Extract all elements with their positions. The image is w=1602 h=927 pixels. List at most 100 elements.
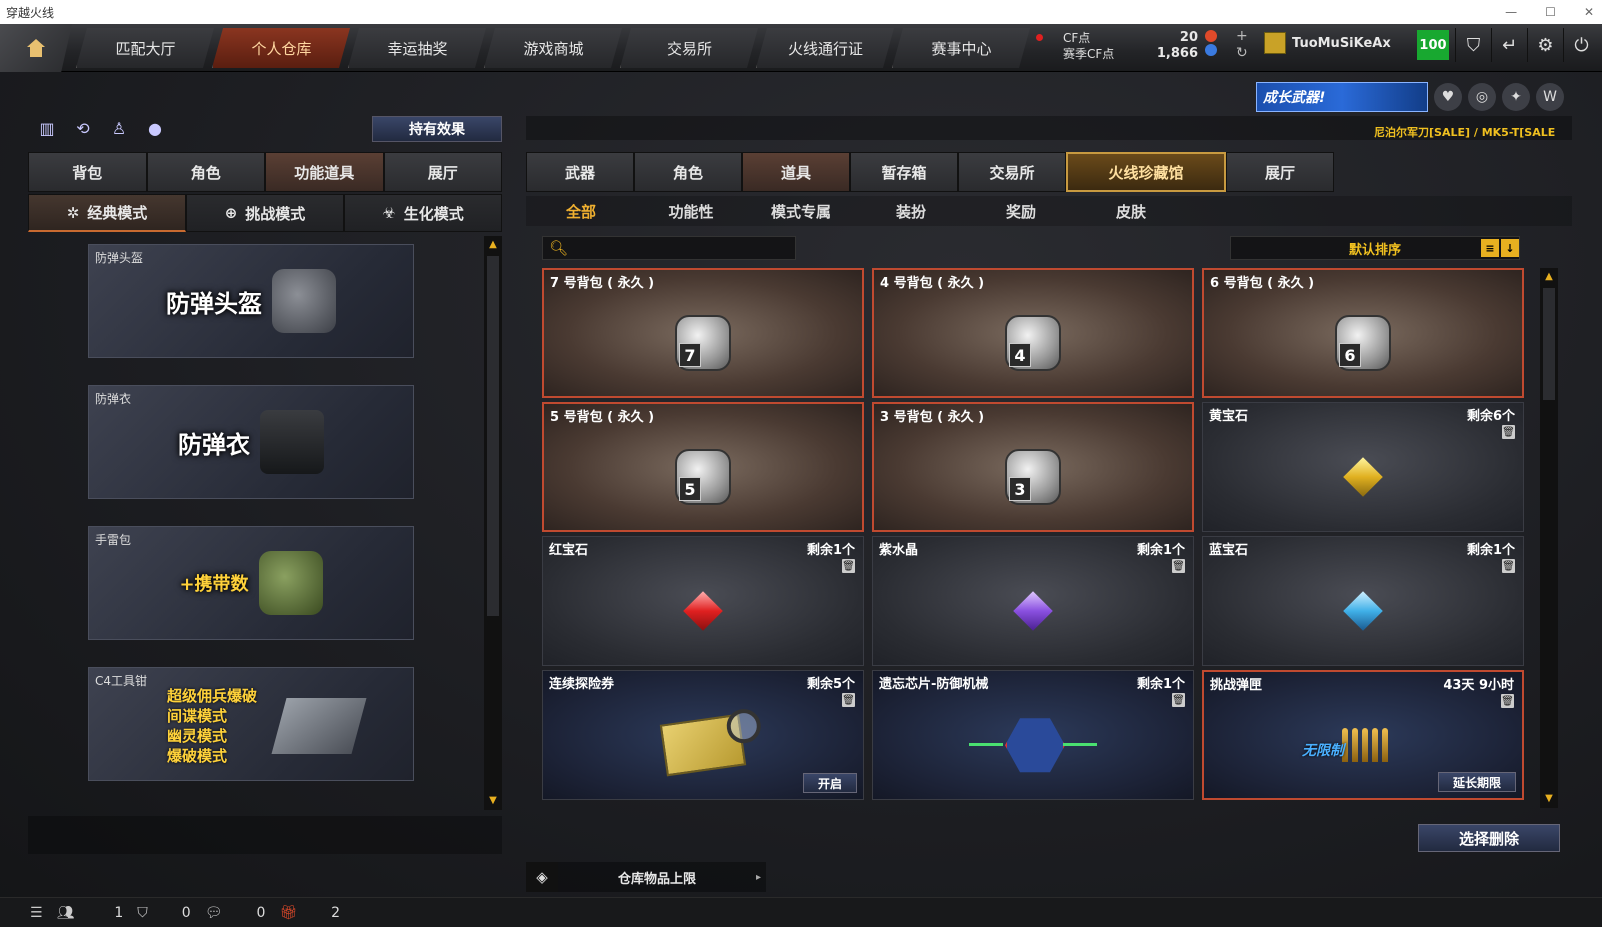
item-cell[interactable]: 紫水晶 剩余1个 🗑︎ [872,536,1194,666]
item-name: 蓝宝石 [1209,543,1249,558]
item-count: 剩余1个 [1136,677,1185,692]
nav-tab-shop[interactable]: 游戏商城 [484,28,622,68]
grenade-icon[interactable]: ● [142,116,168,140]
mode-tab-classic[interactable]: ✲ 经典模式 [28,194,186,232]
list-view-icon[interactable]: ≡ [1481,239,1499,257]
scroll-down-icon[interactable]: ▼ [1543,792,1555,806]
minimize-icon[interactable]: — [1505,5,1517,19]
item-cell[interactable]: 5 号背包 ( 永久 ) 5 [542,402,864,532]
trash-icon[interactable]: 🗑︎ [1172,559,1185,573]
mode-tab-challenge[interactable]: ⊕ 挑战模式 [186,194,344,232]
scroll-thumb[interactable] [487,256,499,616]
tab-trade[interactable]: 交易所 [958,152,1066,192]
sort-dropdown[interactable]: 默认排序 ≡ ↓ [1230,236,1520,260]
select-delete-button[interactable]: 选择删除 [1418,824,1560,852]
wings-icon[interactable]: W [1536,83,1564,111]
item-cell[interactable]: 3 号背包 ( 永久 ) 3 [872,402,1194,532]
subtab-cosmetic[interactable]: 装扮 [856,196,966,226]
globe-icon[interactable]: ◎ [1468,83,1496,111]
scroll-down-icon[interactable]: ▼ [487,794,499,808]
sort-direction-icon[interactable]: ↓ [1501,239,1519,257]
nav-tab-warehouse[interactable]: 个人仓库 [212,28,350,68]
nav-tab-events[interactable]: 赛事中心 [892,28,1030,68]
status-item-friends[interactable]: 👥︎ 1 [57,905,124,921]
status-item-gifts[interactable]: 🎁︎ 2 [279,905,340,921]
gear-icon[interactable]: ⚙ [1527,28,1563,62]
tab-weapons[interactable]: 武器 [526,152,634,192]
return-icon[interactable]: ↵ [1491,28,1527,62]
item-cell[interactable]: 6 号背包 ( 永久 ) 6 [1202,268,1524,398]
item-cell[interactable]: 连续探险券 剩余5个 🗑︎ 开启 [542,670,864,800]
badge-icon[interactable]: ♥ [1434,83,1462,111]
status-item-menu[interactable]: ☰ [30,905,43,921]
trash-icon[interactable]: 🗑︎ [842,559,855,573]
subtab-mode-exclusive[interactable]: 模式专属 [746,196,856,226]
item-cell[interactable]: 黄宝石 剩余6个 🗑︎ [1202,402,1524,532]
status-item-guild[interactable]: ⛉ 0 [137,905,190,921]
tab-gallery[interactable]: 展厅 [1226,152,1334,192]
tab-collection[interactable]: 火线珍藏馆 [1066,152,1226,192]
rotate-icon[interactable]: ⟲ [70,116,96,140]
nav-tab-pass[interactable]: 火线通行证 [756,28,894,68]
tab-backpack[interactable]: 背包 [28,152,147,192]
promo-banner[interactable]: 成长武器! [1256,82,1428,112]
grid-scrollbar[interactable]: ▲ ▼ [1540,268,1558,808]
trash-icon[interactable]: 🗑︎ [1502,425,1515,439]
friends-count: 1 [114,904,124,921]
mode-tab-zombie[interactable]: ☣ 生化模式 [344,194,502,232]
tab-items[interactable]: 道具 [742,152,850,192]
tab-character[interactable]: 角色 [146,152,265,192]
window-controls: — ☐ ✕ [1505,0,1594,24]
extend-duration-button[interactable]: 延长期限 [1437,772,1516,792]
add-currency-icon[interactable]: + [1236,28,1248,45]
search-input[interactable] [571,239,791,257]
scroll-thumb[interactable] [1543,288,1555,400]
item-cell[interactable]: 蓝宝石 剩余1个 🗑︎ [1202,536,1524,666]
power-icon[interactable]: ⏻ [1563,28,1599,62]
nav-tab-lottery[interactable]: 幸运抽奖 [348,28,486,68]
equip-card-grenade-pack[interactable]: 手雷包 +携带数 [88,526,414,640]
scroll-up-icon[interactable]: ▲ [1543,270,1555,284]
item-cell[interactable]: 7 号背包 ( 永久 ) 7 [542,268,864,398]
subtab-all[interactable]: 全部 [526,196,636,226]
user-info[interactable]: TuoMuSiKeAx [1264,32,1391,54]
open-button[interactable]: 开启 [802,773,857,793]
trash-icon[interactable]: 🗑︎ [1501,694,1514,708]
tab-showroom[interactable]: 展厅 [383,152,502,192]
maximize-icon[interactable]: ☐ [1545,5,1556,19]
character-icon[interactable]: ♙ [106,116,132,140]
equip-card-helmet[interactable]: 防弹头盔 防弹头盔 [88,244,414,358]
nav-tabs: 匹配大厅 个人仓库 幸运抽奖 游戏商城 交易所 火线通行证 赛事中心 [76,28,1030,68]
warehouse-limit-bar[interactable]: ◈ 仓库物品上限 ▸ [526,862,766,892]
stats-icon[interactable]: ▥ [34,116,60,140]
trash-icon[interactable]: 🗑︎ [1502,559,1515,573]
left-scrollbar[interactable]: ▲ ▼ [484,236,502,810]
subtab-functional[interactable]: 功能性 [636,196,746,226]
hold-effect-button[interactable]: 持有效果 [372,116,502,142]
equip-card-c4-pliers[interactable]: C4工具钳 超级佣兵爆破 间谍模式 幽灵模式 爆破模式 [88,667,414,781]
item-cell[interactable]: 4 号背包 ( 永久 ) 4 [872,268,1194,398]
item-cell[interactable]: 红宝石 剩余1个 🗑︎ [542,536,864,666]
home-button[interactable] [0,24,72,72]
equip-card-armor[interactable]: 防弹衣 防弹衣 [88,385,414,499]
nav-tab-exchange[interactable]: 交易所 [620,28,758,68]
scroll-up-icon[interactable]: ▲ [487,238,499,252]
crosshair-icon: ⊕ [224,204,238,222]
trash-icon[interactable]: 🗑︎ [842,693,855,707]
heartbeat-line [969,743,1003,747]
tab-storage[interactable]: 暂存箱 [850,152,958,192]
item-cell[interactable]: 遗忘芯片-防御机械 剩余1个 🗑︎ [872,670,1194,800]
trash-icon[interactable]: 🗑︎ [1172,693,1185,707]
close-icon[interactable]: ✕ [1584,5,1594,19]
subtab-skins[interactable]: 皮肤 [1076,196,1186,226]
tab-characters[interactable]: 角色 [634,152,742,192]
status-item-messages[interactable]: 💬︎ 0 [205,905,266,921]
item-cell[interactable]: 挑战弹匣 43天 9小时 🗑︎ 无限制 延长期限 [1202,670,1524,800]
bullet [1352,727,1358,762]
refresh-icon[interactable]: ↻ [1236,45,1248,62]
nav-tab-lobby[interactable]: 匹配大厅 [76,28,214,68]
medal-icon[interactable]: ✦ [1502,83,1530,111]
tab-functional-items[interactable]: 功能道具 [265,152,384,192]
subtab-rewards[interactable]: 奖励 [966,196,1076,226]
shield-icon[interactable]: ⛉ [1455,28,1491,62]
